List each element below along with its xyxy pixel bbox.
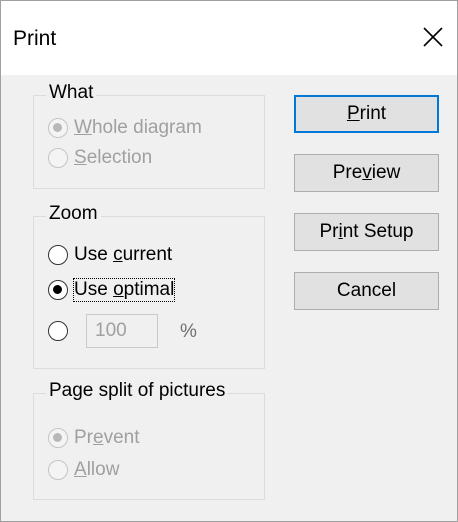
radio-label: Selection bbox=[74, 147, 153, 168]
radio-label: Allow bbox=[74, 459, 120, 480]
radio-label: Use optimal bbox=[72, 278, 176, 302]
radio-circle bbox=[48, 148, 68, 168]
percent-label: % bbox=[180, 321, 197, 342]
radio-circle bbox=[48, 118, 68, 138]
cancel-button[interactable]: Cancel bbox=[294, 272, 439, 310]
radio-allow[interactable]: Allow bbox=[48, 456, 119, 484]
radio-circle bbox=[48, 321, 68, 341]
title-bar: Print bbox=[1, 1, 457, 75]
print-setup-button[interactable]: Print Setup bbox=[294, 213, 439, 251]
dialog-title: Print bbox=[13, 27, 57, 50]
print-dialog: Print What Whole diagram Selection Zoom … bbox=[0, 0, 458, 522]
zoom-group: Zoom Use current Use optimal 100 % bbox=[33, 203, 265, 369]
radio-whole-diagram[interactable]: Whole diagram bbox=[48, 114, 202, 142]
radio-label: Whole diagram bbox=[74, 117, 202, 138]
zoom-percent-input[interactable]: 100 bbox=[86, 314, 158, 348]
radio-circle bbox=[48, 428, 68, 448]
radio-circle bbox=[48, 460, 68, 480]
close-icon bbox=[423, 27, 443, 47]
page-split-group-label: Page split of pictures bbox=[46, 380, 229, 402]
what-group: What Whole diagram Selection bbox=[33, 82, 265, 189]
radio-use-current[interactable]: Use current bbox=[48, 241, 172, 269]
radio-label: Use current bbox=[74, 244, 173, 265]
radio-circle bbox=[48, 245, 68, 265]
radio-prevent[interactable]: Prevent bbox=[48, 424, 140, 452]
close-button[interactable] bbox=[413, 17, 453, 57]
radio-use-optimal[interactable]: Use optimal bbox=[48, 276, 176, 304]
radio-custom-zoom[interactable] bbox=[48, 317, 74, 345]
radio-label: Prevent bbox=[74, 427, 140, 448]
radio-circle bbox=[48, 280, 68, 300]
print-button[interactable]: Print bbox=[294, 95, 439, 133]
page-split-group: Page split of pictures Prevent Allow bbox=[33, 380, 265, 500]
zoom-group-label: Zoom bbox=[46, 203, 101, 225]
radio-selection[interactable]: Selection bbox=[48, 144, 152, 172]
what-group-label: What bbox=[46, 82, 97, 104]
preview-button[interactable]: Preview bbox=[294, 154, 439, 192]
